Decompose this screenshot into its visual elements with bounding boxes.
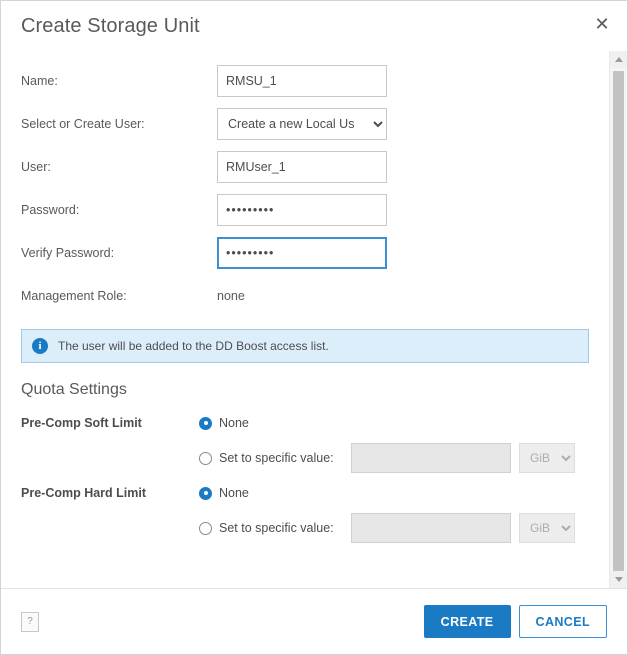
hard-limit-unit-dropdown[interactable]: GiB [519, 513, 575, 543]
close-icon[interactable]: ✕ [591, 13, 613, 35]
dialog-footer: ? CREATE CANCEL [1, 588, 627, 654]
pre-comp-soft-limit-group: Pre-Comp Soft Limit None Set to specific… [1, 409, 609, 479]
soft-limit-none-row: Pre-Comp Soft Limit None [21, 409, 609, 437]
soft-limit-specific-label: Set to specific value: [219, 451, 347, 465]
form-row-select-user: Select or Create User: Create a new Loca… [1, 102, 609, 145]
create-storage-unit-dialog: Create Storage Unit ✕ Name: Select or Cr… [0, 0, 628, 655]
info-banner-text: The user will be added to the DD Boost a… [58, 339, 329, 353]
form-row-name: Name: [1, 59, 609, 102]
info-banner: i The user will be added to the DD Boost… [21, 329, 589, 363]
management-role-value: none [217, 289, 245, 303]
footer-buttons: CREATE CANCEL [424, 605, 607, 638]
hard-limit-value-input[interactable] [351, 513, 511, 543]
soft-limit-specific-radio-item[interactable]: Set to specific value: [199, 451, 347, 465]
user-input[interactable] [217, 151, 387, 183]
password-field-wrap [217, 194, 609, 226]
pre-comp-hard-limit-label: Pre-Comp Hard Limit [21, 486, 199, 500]
form-row-user: User: [1, 145, 609, 188]
form-row-verify-password: Verify Password: [1, 231, 609, 274]
hard-limit-none-radio-item[interactable]: None [199, 486, 249, 500]
dialog-header: Create Storage Unit ✕ [1, 1, 627, 51]
user-label: User: [21, 160, 217, 174]
password-input[interactable] [217, 194, 387, 226]
select-or-create-user-dropdown[interactable]: Create a new Local Us [217, 108, 387, 140]
soft-limit-unit-dropdown[interactable]: GiB [519, 443, 575, 473]
name-field-wrap [217, 65, 609, 97]
soft-limit-none-radio[interactable] [199, 417, 212, 430]
help-icon[interactable]: ? [21, 612, 39, 632]
form-row-management-role: Management Role: none [1, 274, 609, 317]
soft-limit-none-radio-item[interactable]: None [199, 416, 249, 430]
management-role-value-wrap: none [217, 287, 609, 305]
page-title: Create Storage Unit [1, 15, 200, 38]
user-field-wrap [217, 151, 609, 183]
select-user-field-wrap: Create a new Local Us [217, 108, 609, 140]
scroll-down-icon[interactable] [610, 571, 627, 588]
cancel-button[interactable]: CANCEL [519, 605, 607, 638]
management-role-label: Management Role: [21, 289, 217, 303]
create-button[interactable]: CREATE [424, 605, 511, 638]
soft-limit-value-input[interactable] [351, 443, 511, 473]
select-or-create-user-label: Select or Create User: [21, 117, 217, 131]
verify-password-field-wrap [217, 237, 609, 269]
password-label: Password: [21, 203, 217, 217]
pre-comp-soft-limit-label: Pre-Comp Soft Limit [21, 416, 199, 430]
scrollbar-thumb[interactable] [613, 71, 624, 583]
name-label: Name: [21, 74, 217, 88]
hard-limit-none-row: Pre-Comp Hard Limit None [21, 479, 609, 507]
hard-limit-specific-label: Set to specific value: [219, 521, 347, 535]
soft-limit-none-label: None [219, 416, 249, 430]
verify-password-input[interactable] [217, 237, 387, 269]
hard-limit-specific-radio[interactable] [199, 522, 212, 535]
pre-comp-hard-limit-group: Pre-Comp Hard Limit None Set to specific… [1, 479, 609, 549]
form-row-password: Password: [1, 188, 609, 231]
soft-limit-specific-radio[interactable] [199, 452, 212, 465]
verify-password-label: Verify Password: [21, 246, 217, 260]
scroll-content: Name: Select or Create User: Create a ne… [1, 51, 609, 588]
name-input[interactable] [217, 65, 387, 97]
hard-limit-none-label: None [219, 486, 249, 500]
quota-settings-heading: Quota Settings [1, 363, 609, 409]
soft-limit-specific-row: Set to specific value: GiB [21, 437, 609, 479]
dialog-body: Name: Select or Create User: Create a ne… [1, 51, 627, 588]
scroll-up-icon[interactable] [610, 51, 627, 68]
hard-limit-specific-row: Set to specific value: GiB [21, 507, 609, 549]
info-icon: i [32, 338, 48, 354]
hard-limit-none-radio[interactable] [199, 487, 212, 500]
vertical-scrollbar[interactable] [609, 51, 627, 588]
hard-limit-specific-radio-item[interactable]: Set to specific value: [199, 521, 347, 535]
